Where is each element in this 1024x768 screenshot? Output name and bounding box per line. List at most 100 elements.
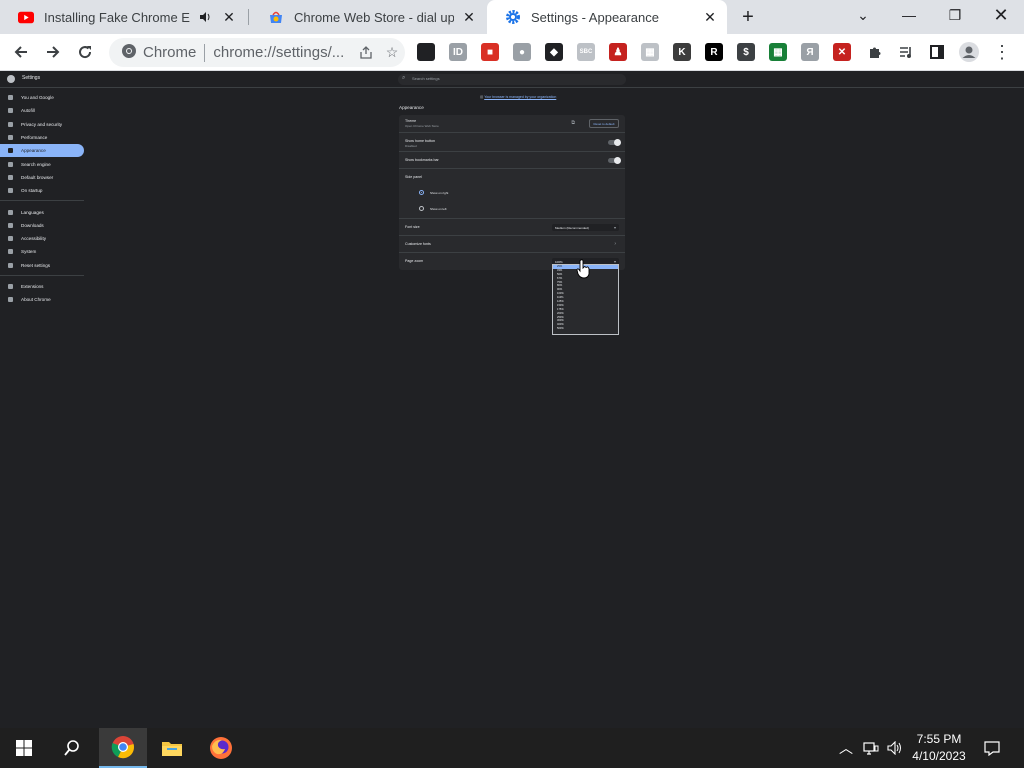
kebab-menu-icon[interactable]: ⋮ xyxy=(989,39,1015,65)
puzzle-icon[interactable] xyxy=(862,39,888,65)
theme-row[interactable]: Theme Open Chrome Web Store ⧉ Reset to d… xyxy=(399,115,625,133)
nav-item-default-browser[interactable]: Default browser xyxy=(0,171,84,184)
url-text[interactable]: chrome://settings/... xyxy=(213,44,353,61)
home-button-row[interactable]: Show home button Disabled xyxy=(399,133,625,152)
nav-item-label: Performance xyxy=(21,135,48,141)
customize-fonts-label: Customize fonts xyxy=(405,242,431,246)
search-input[interactable]: ⌕ Search settings xyxy=(398,74,626,85)
hand-cursor-icon xyxy=(576,259,590,279)
tab-search-icon[interactable]: ⌄ xyxy=(840,0,886,30)
home-button-sublabel: Disabled xyxy=(405,144,417,148)
open-external-icon[interactable]: ⧉ xyxy=(571,120,575,126)
nav-item-you-and-google[interactable]: You and Google xyxy=(0,91,84,104)
nav-item-extensions[interactable]: Extensions xyxy=(0,280,84,293)
figure-extension-icon[interactable]: ♟ xyxy=(609,43,627,61)
id-extension-icon[interactable]: ID xyxy=(449,43,467,61)
zoom-option[interactable]: 500% xyxy=(553,327,618,331)
tab-settings[interactable]: Settings - Appearance ✕ xyxy=(487,0,727,34)
file-explorer-icon[interactable] xyxy=(148,728,196,768)
volume-icon[interactable] xyxy=(884,728,906,768)
globe-extension-icon[interactable]: ● xyxy=(513,43,531,61)
profile-avatar[interactable] xyxy=(956,39,982,65)
nav-item-performance[interactable]: Performance xyxy=(0,131,84,144)
nav-item-on-startup[interactable]: On startup xyxy=(0,184,84,197)
bookmarks-bar-toggle[interactable] xyxy=(608,157,621,164)
nav-item-system[interactable]: System xyxy=(0,245,84,258)
nav-item-autofill[interactable]: Autofill xyxy=(0,104,84,117)
managed-notice-link[interactable]: Your browser is managed by your organiza… xyxy=(484,95,556,99)
reset-theme-button[interactable]: Reset to default xyxy=(589,119,619,128)
notification-icon[interactable] xyxy=(980,728,1004,768)
chevron-up-icon[interactable]: ︿ xyxy=(836,728,856,768)
box-extension-icon[interactable]: ▦ xyxy=(641,43,659,61)
close-tab-icon[interactable]: ✕ xyxy=(701,8,719,26)
ya-extension-icon[interactable]: Я xyxy=(801,43,819,61)
chrome-icon[interactable] xyxy=(99,728,147,768)
radio-show-right[interactable] xyxy=(419,190,424,195)
radio-show-left[interactable] xyxy=(419,206,424,211)
r-extension-icon[interactable]: R xyxy=(705,43,723,61)
nav-item-label: On startup xyxy=(21,188,43,194)
media-control-icon[interactable] xyxy=(893,39,919,65)
share-icon[interactable] xyxy=(353,45,379,60)
roblox-extension-icon[interactable]: ◆ xyxy=(545,43,563,61)
search-engine-icon xyxy=(8,161,13,167)
omnibox-divider xyxy=(204,43,206,62)
nav-item-label: System xyxy=(21,249,37,255)
nav-item-reset[interactable]: Reset settings xyxy=(0,259,84,272)
chevron-right-icon: › xyxy=(614,241,616,247)
nav-divider xyxy=(0,200,84,202)
hat-extension-icon[interactable] xyxy=(417,43,435,61)
audio-icon[interactable] xyxy=(196,8,214,26)
nav-item-privacy[interactable]: Privacy and security xyxy=(0,118,84,131)
tab-youtube[interactable]: Installing Fake Chrome Exten ✕ xyxy=(0,0,246,34)
address-bar[interactable]: Chrome chrome://settings/... ☆ xyxy=(109,38,405,67)
font-size-label: Font size xyxy=(405,225,420,229)
start-icon[interactable] xyxy=(0,728,48,768)
nav-item-accessibility[interactable]: Accessibility xyxy=(0,232,84,245)
site-chip-label: Chrome xyxy=(143,44,197,61)
red-square-extension-icon[interactable]: ■ xyxy=(481,43,499,61)
search-icon[interactable] xyxy=(48,728,96,768)
close-tab-icon[interactable]: ✕ xyxy=(460,8,478,26)
tab-webstore[interactable]: Chrome Web Store - dial up ✕ xyxy=(250,0,486,34)
nav-item-downloads[interactable]: Downloads xyxy=(0,219,84,232)
sbc-extension-icon[interactable]: SBC xyxy=(577,43,595,61)
home-button-toggle[interactable] xyxy=(608,139,621,146)
nav-item-search-engine[interactable]: Search engine xyxy=(0,157,84,170)
restore-icon[interactable]: ❐ xyxy=(932,0,978,30)
minimize-icon[interactable]: — xyxy=(886,0,932,30)
nav-item-label: Extensions xyxy=(21,284,44,289)
nav-divider xyxy=(0,274,84,276)
bookmarks-bar-row[interactable]: Show bookmarks bar xyxy=(399,152,625,169)
site-chip[interactable]: Chrome xyxy=(121,43,196,63)
forward-icon[interactable] xyxy=(40,39,66,65)
firefox-icon[interactable] xyxy=(197,728,245,768)
sword-extension-icon[interactable]: ✕ xyxy=(833,43,851,61)
nav-item-languages[interactable]: Languages xyxy=(0,205,84,218)
nav-item-label: Downloads xyxy=(21,222,44,228)
reload-icon[interactable] xyxy=(72,39,98,65)
customize-fonts-row[interactable]: Customize fonts › xyxy=(399,236,625,253)
close-window-icon[interactable]: ✕ xyxy=(978,0,1024,30)
theme-label: Theme xyxy=(405,119,417,123)
settings-sidebar: You and Google Autofill Privacy and securi… xyxy=(0,91,84,306)
grid-extension-icon[interactable]: ▦ xyxy=(769,43,787,61)
cash-extension-icon[interactable]: $ xyxy=(737,43,755,61)
font-size-select[interactable]: Medium (Recommended) ▾ xyxy=(552,224,619,231)
k-extension-icon[interactable]: K xyxy=(673,43,691,61)
clock-time: 7:55 PM xyxy=(916,732,962,746)
back-icon[interactable] xyxy=(8,39,34,65)
side-panel-row: Side panel Show on right Show on left xyxy=(399,169,625,219)
screen: Installing Fake Chrome Exten ✕ Chrome We… xyxy=(0,0,1024,768)
nav-item-appearance[interactable]: Appearance xyxy=(0,144,84,158)
bookmark-star-icon[interactable]: ☆ xyxy=(379,44,405,61)
new-tab-button[interactable]: + xyxy=(736,5,760,29)
nav-item-about[interactable]: About Chrome xyxy=(0,293,84,306)
system-clock[interactable]: 7:55 PM 4/10/2023 xyxy=(904,731,974,765)
side-panel-icon[interactable] xyxy=(924,39,950,65)
close-tab-icon[interactable]: ✕ xyxy=(220,8,238,26)
network-icon[interactable] xyxy=(860,728,882,768)
default-browser-icon xyxy=(8,174,13,180)
tab-title: Installing Fake Chrome Exten xyxy=(44,9,190,25)
